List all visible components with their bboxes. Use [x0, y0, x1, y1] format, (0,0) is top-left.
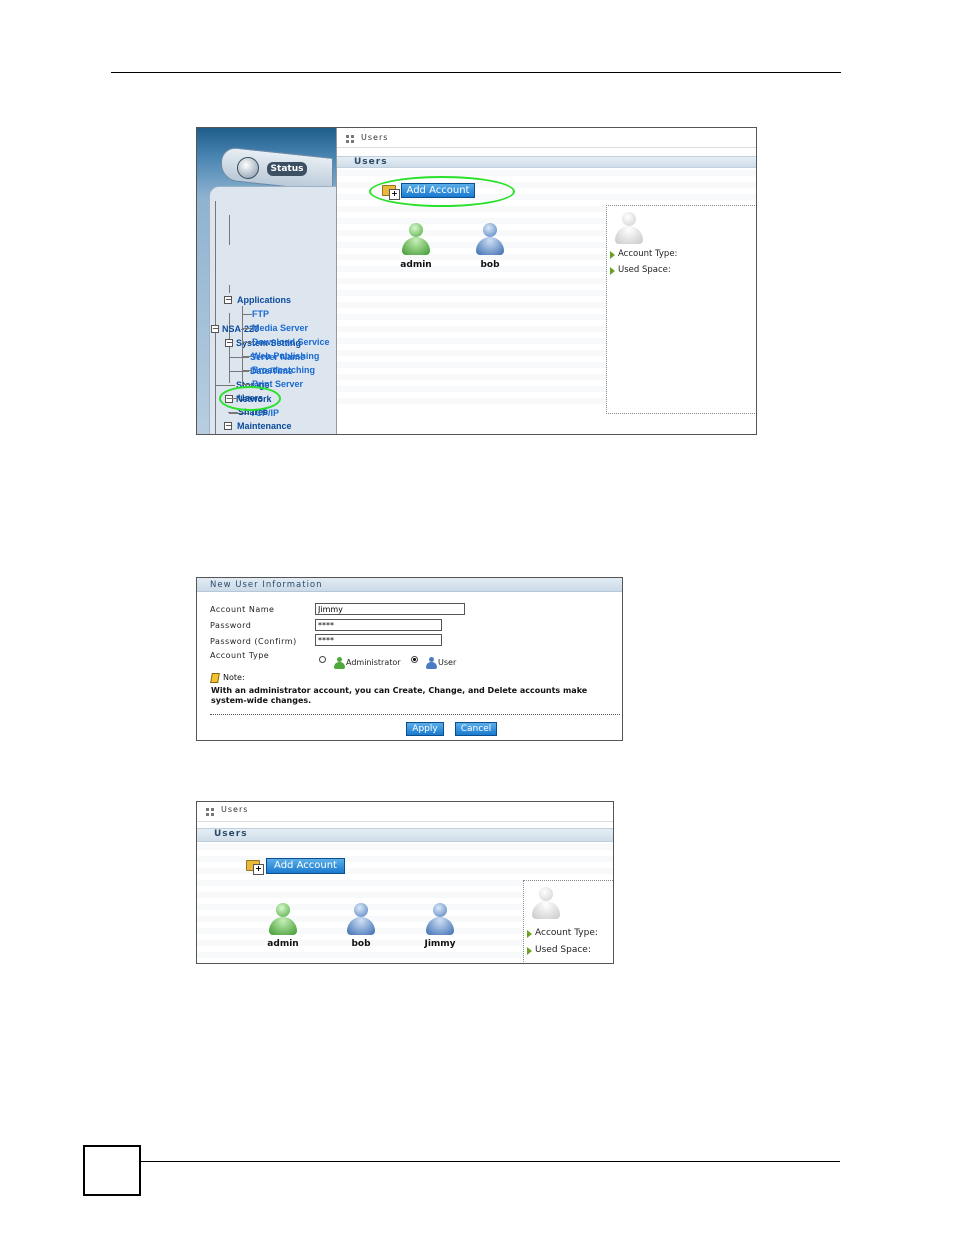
- user-bob-label[interactable]: bob: [331, 939, 391, 949]
- arrow-right-icon: [527, 947, 532, 955]
- used-space-label: Used Space:: [618, 265, 671, 275]
- users-screen-screenshot: Status − NSA-220 − System Setting Server…: [196, 127, 757, 435]
- note-icon: [210, 673, 220, 683]
- tree-line: [242, 342, 252, 343]
- status-icon: [237, 157, 259, 179]
- section-header: [337, 156, 756, 168]
- section-title: Users: [214, 829, 248, 839]
- user-jimmy-icon[interactable]: [425, 903, 455, 937]
- add-folder-icon: [246, 860, 264, 875]
- breadcrumb-bar: Users: [197, 802, 613, 822]
- tree-line: [242, 328, 252, 329]
- tree-item-broadcatching[interactable]: Broadcatching: [252, 365, 315, 375]
- add-account-button[interactable]: Add Account: [266, 858, 345, 874]
- footer-rule: [140, 1161, 840, 1162]
- form-header: New User Information: [197, 578, 622, 592]
- user-bob-icon[interactable]: [475, 223, 505, 257]
- user-admin-icon[interactable]: [268, 903, 298, 937]
- password-confirm-input[interactable]: [315, 634, 442, 646]
- user-radio[interactable]: [411, 656, 418, 663]
- breadcrumb: Users: [361, 133, 389, 142]
- user-jimmy-label[interactable]: Jimmy: [410, 939, 470, 949]
- users-main-panel: Users Users Add Account admin bob Accoun…: [336, 128, 756, 434]
- note-line-2: system-wide changes.: [211, 696, 312, 705]
- tree-line: [215, 201, 216, 434]
- grip-icon: [206, 808, 214, 816]
- tree-line: [229, 371, 249, 372]
- tree-collapse-icon[interactable]: −: [225, 339, 233, 347]
- user-admin-icon[interactable]: [401, 223, 431, 257]
- arrow-right-icon: [610, 267, 615, 275]
- user-admin-label[interactable]: admin: [253, 939, 313, 949]
- administrator-icon: [334, 657, 345, 669]
- note-line-1: With an administrator account, you can C…: [211, 686, 588, 695]
- tree-item-download-service[interactable]: Download Service: [252, 337, 330, 347]
- account-info-panel: Account Type: Used Space:: [606, 205, 756, 414]
- tree-line: [229, 357, 249, 358]
- tree-line: [215, 385, 235, 386]
- section-header: [197, 828, 613, 842]
- account-type-label: Account Type:: [618, 249, 678, 259]
- administrator-radio[interactable]: [319, 656, 326, 663]
- cancel-button[interactable]: Cancel: [455, 722, 497, 736]
- new-user-form-screenshot: New User Information Account Name Passwo…: [196, 577, 623, 741]
- page-number-box: [83, 1145, 141, 1196]
- breadcrumb: Users: [221, 805, 249, 814]
- tree-line: [229, 285, 230, 293]
- password-label: Password: [210, 621, 252, 630]
- administrator-label[interactable]: Administrator: [346, 658, 401, 667]
- arrow-right-icon: [610, 251, 615, 259]
- tree-line: [242, 370, 252, 371]
- user-bob-icon[interactable]: [346, 903, 376, 937]
- users-updated-screenshot: Users Users Add Account admin bob Jimmy …: [196, 801, 614, 964]
- password-confirm-label: Password (Confirm): [210, 637, 297, 646]
- tree-line: [242, 314, 252, 315]
- tree-line: [228, 412, 238, 413]
- form-title: New User Information: [210, 580, 323, 590]
- tree-item-web-publishing[interactable]: Web Publishing: [252, 351, 319, 361]
- apply-button[interactable]: Apply: [406, 722, 444, 736]
- section-title: Users: [354, 157, 388, 167]
- user-type-label[interactable]: User: [438, 658, 456, 667]
- used-space-label: Used Space:: [535, 945, 591, 955]
- header-rule: [111, 72, 841, 73]
- placeholder-user-icon: [531, 887, 561, 921]
- tree-item-applications[interactable]: Applications: [237, 295, 291, 305]
- tree-item-media-server[interactable]: Media Server: [252, 323, 308, 333]
- account-type-label: Account Type:: [535, 928, 598, 938]
- password-input[interactable]: [315, 619, 442, 631]
- note-label: Note:: [223, 673, 245, 682]
- tree-collapse-icon[interactable]: −: [224, 422, 232, 430]
- form-divider: [210, 714, 620, 715]
- placeholder-user-icon: [614, 212, 644, 246]
- tree-item-ftp[interactable]: FTP: [252, 309, 269, 319]
- user-admin-label[interactable]: admin: [386, 260, 446, 270]
- breadcrumb-bar: Users: [337, 128, 756, 148]
- grip-icon: [346, 135, 354, 143]
- account-name-label: Account Name: [210, 605, 275, 614]
- tree-line: [242, 306, 243, 386]
- highlight-ellipse: [219, 386, 281, 411]
- account-type-label: Account Type: [210, 651, 270, 660]
- account-info-panel: Account Type: Used Space:: [523, 880, 613, 963]
- highlight-ellipse: [369, 176, 515, 207]
- tree-line: [242, 384, 252, 385]
- tree-collapse-icon[interactable]: −: [211, 325, 219, 333]
- user-bob-label[interactable]: bob: [460, 260, 520, 270]
- tree-collapse-icon[interactable]: −: [224, 296, 232, 304]
- status-tab-label[interactable]: Status: [267, 162, 307, 176]
- tree-item-maintenance[interactable]: Maintenance: [237, 421, 292, 431]
- arrow-right-icon: [527, 930, 532, 938]
- user-type-icon: [426, 657, 437, 669]
- account-name-input[interactable]: [315, 603, 465, 615]
- tree-line: [229, 215, 230, 245]
- tree-line: [242, 356, 252, 357]
